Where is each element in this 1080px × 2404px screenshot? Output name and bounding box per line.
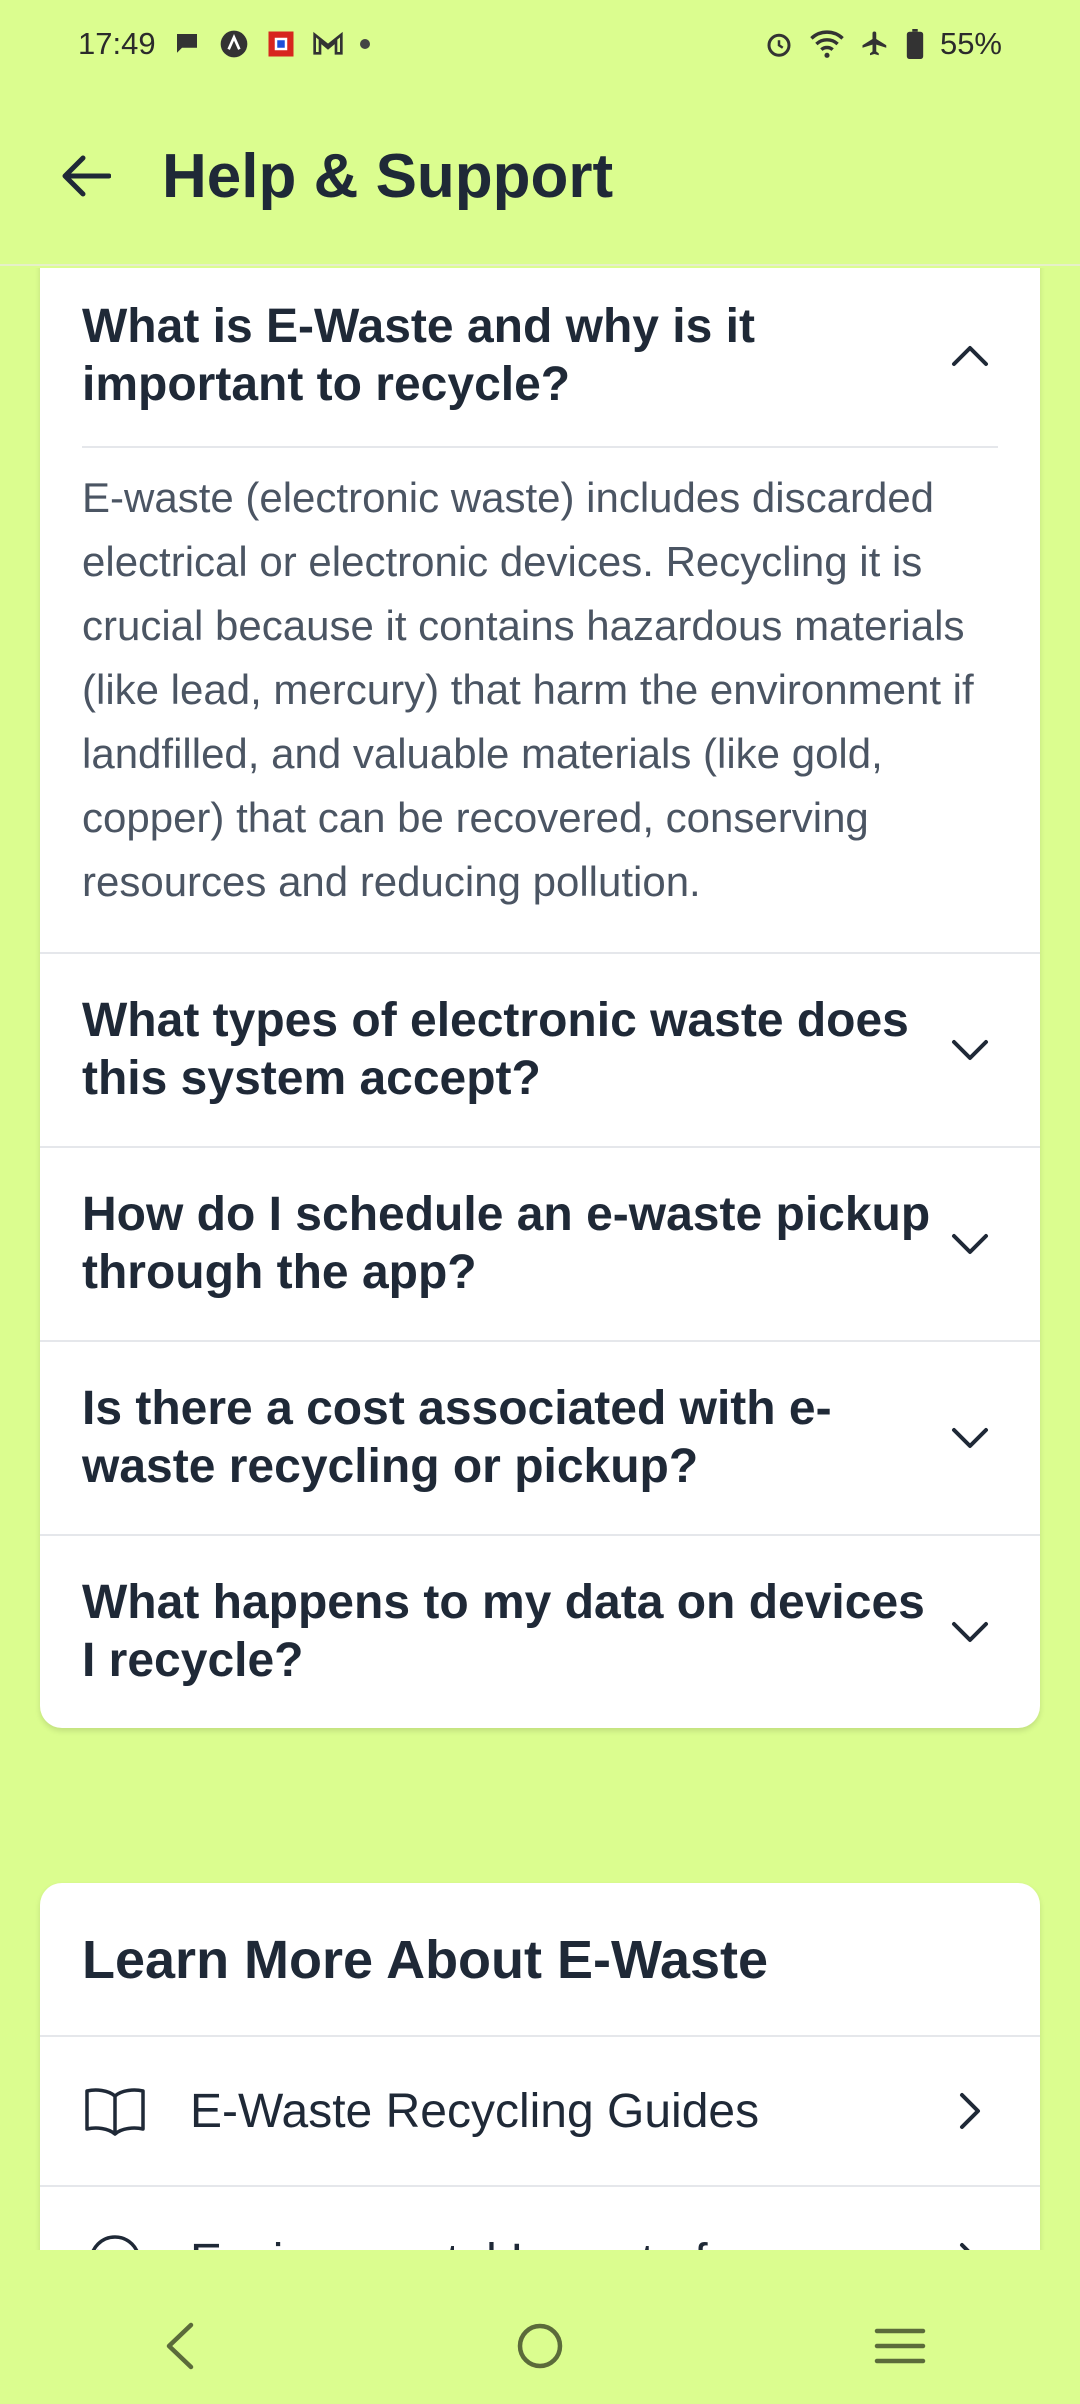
- learn-item-recycling-guides[interactable]: E-Waste Recycling Guides: [40, 2037, 1040, 2187]
- faq-answer: E-waste (electronic waste) includes disc…: [82, 474, 974, 905]
- faq-question: What happens to my data on devices I rec…: [82, 1576, 925, 1687]
- notification-dot-icon: [359, 39, 370, 49]
- status-bar: 17:49 55%: [0, 0, 1080, 88]
- faq-item-cost: Is there a cost associated with e-waste …: [40, 1342, 1040, 1536]
- nav-menu-icon: [874, 2328, 926, 2364]
- nav-back-icon: [166, 2322, 194, 2370]
- learn-item-label: E-Waste Recycling Guides: [190, 2084, 760, 2138]
- nav-home-button[interactable]: [490, 2296, 590, 2396]
- learn-more-title: Learn More About E-Waste: [40, 1883, 1040, 2037]
- faq-question: Is there a cost associated with e-waste …: [82, 1382, 832, 1493]
- app-icon: [218, 28, 250, 60]
- faq-question: How do I schedule an e-waste pickup thro…: [82, 1188, 931, 1299]
- faq-question-row[interactable]: How do I schedule an e-waste pickup thro…: [40, 1148, 1040, 1340]
- status-time: 17:49: [78, 26, 156, 61]
- nav-back-button[interactable]: [130, 2296, 230, 2396]
- chevron-down-icon[interactable]: [942, 1022, 998, 1078]
- nav-recents-button[interactable]: [850, 2296, 950, 2396]
- faq-question-row[interactable]: Is there a cost associated with e-waste …: [40, 1342, 1040, 1534]
- globe-icon: [82, 2228, 148, 2250]
- battery-icon: [906, 29, 924, 59]
- faq-card: What is E-Waste and why is it important …: [40, 268, 1040, 1728]
- faq-question-row[interactable]: What types of electronic waste does this…: [40, 954, 1040, 1146]
- chevron-down-icon[interactable]: [942, 1216, 998, 1272]
- gmail-icon: [312, 30, 344, 58]
- learn-more-card: Learn More About E-Waste E-Waste Recycli…: [40, 1883, 1040, 2250]
- chevron-down-icon[interactable]: [942, 1410, 998, 1466]
- faq-question: What is E-Waste and why is it important …: [82, 300, 755, 411]
- faq-item-data-privacy: What happens to my data on devices I rec…: [40, 1536, 1040, 1728]
- learn-item-environmental-impact[interactable]: Environmental Impact of: [40, 2187, 1040, 2250]
- airplane-icon: [860, 29, 890, 59]
- faq-question-row[interactable]: What happens to my data on devices I rec…: [40, 1536, 1040, 1728]
- learn-item-label: Environmental Impact of: [190, 2234, 942, 2251]
- book-icon: [82, 2078, 148, 2144]
- faq-item-schedule-pickup: How do I schedule an e-waste pickup thro…: [40, 1148, 1040, 1342]
- faq-item-accepted-types: What types of electronic waste does this…: [40, 954, 1040, 1148]
- back-button[interactable]: [54, 144, 118, 208]
- faq-question: What types of electronic waste does this…: [82, 994, 909, 1105]
- page-title: Help & Support: [162, 141, 614, 211]
- system-nav-bar: [0, 2288, 1080, 2404]
- arrow-left-icon: [62, 155, 111, 197]
- app-bar: Help & Support: [0, 88, 1080, 266]
- alarm-icon: [764, 29, 794, 59]
- chevron-up-icon[interactable]: [942, 328, 998, 384]
- chevron-right-icon: [942, 2233, 998, 2250]
- chevron-right-icon: [942, 2083, 998, 2139]
- faq-question-row[interactable]: What is E-Waste and why is it important …: [40, 268, 1040, 446]
- chevron-down-icon[interactable]: [942, 1604, 998, 1660]
- content-scroll[interactable]: What is E-Waste and why is it important …: [0, 268, 1080, 2250]
- battery-level: 55%: [939, 26, 1002, 61]
- nav-home-icon: [517, 2323, 563, 2369]
- wifi-icon: [810, 29, 844, 59]
- faq-item-what-is-ewaste: What is E-Waste and why is it important …: [40, 268, 1040, 954]
- chat-icon: [172, 29, 202, 59]
- app-icon-2: [266, 29, 296, 59]
